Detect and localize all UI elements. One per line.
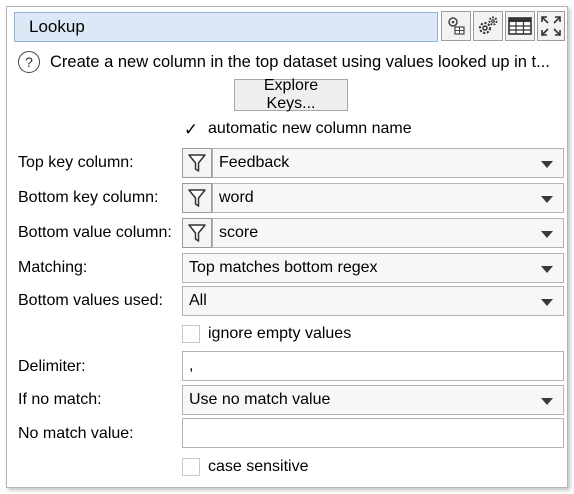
top-key-select[interactable]: Feedback [212,148,564,178]
filter-icon [188,224,206,242]
values-used-select[interactable]: All [182,286,564,316]
gear-table-icon [448,17,465,35]
bottom-value-value: score [219,224,259,241]
auto-name-option[interactable]: ✓ automatic new column name [182,117,412,141]
if-no-match-label: If no match: [18,391,102,408]
matching-select[interactable]: Top matches bottom regex [182,253,564,283]
filter-icon [188,154,206,172]
bottom-value-select[interactable]: score [212,218,564,248]
ignore-empty-label: ignore empty values [208,325,352,342]
table-view-button[interactable] [505,11,535,41]
top-key-value: Feedback [219,154,290,171]
no-match-value-label: No match value: [18,425,134,442]
table-icon [508,17,532,35]
bottom-key-filter-button[interactable] [182,183,212,213]
chevron-down-icon [541,196,553,203]
help-row: ? Create a new column in the top dataset… [18,50,564,74]
ignore-empty-option[interactable]: ignore empty values [182,322,351,346]
values-used-value: All [189,292,207,309]
chevron-down-icon [541,231,553,238]
explore-keys-button[interactable]: Explore Keys... [234,77,348,112]
gears-button[interactable] [473,11,503,41]
bottom-key-value: word [219,189,254,206]
gears-icon [479,16,498,34]
help-text: Create a new column in the top dataset u… [50,52,550,71]
maximize-icon [541,16,561,36]
maximize-button[interactable] [537,11,565,41]
delimiter-value: , [189,357,194,374]
help-icon[interactable]: ? [18,51,40,73]
values-used-label: Bottom values used: [18,292,163,309]
bottom-key-label: Bottom key column: [18,189,159,206]
no-match-value-input[interactable] [182,418,564,448]
chevron-down-icon [541,398,553,405]
case-sensitive-option[interactable]: case sensitive [182,455,309,479]
panel-title-bar[interactable]: Lookup [14,12,438,42]
matching-label: Matching: [18,259,88,276]
chevron-down-icon [541,299,553,306]
auto-name-checkbox[interactable]: ✓ [182,120,200,138]
top-key-filter-button[interactable] [182,148,212,178]
filter-icon [188,189,206,207]
matching-value: Top matches bottom regex [189,259,378,276]
top-key-label: Top key column: [18,154,134,171]
bottom-value-label: Bottom value column: [18,224,172,241]
delimiter-input[interactable]: , [182,351,564,381]
case-sensitive-label: case sensitive [208,458,309,475]
auto-name-label: automatic new column name [208,120,412,137]
panel-title: Lookup [29,17,85,36]
bottom-key-select[interactable]: word [212,183,564,213]
if-no-match-value: Use no match value [189,391,331,408]
if-no-match-select[interactable]: Use no match value [182,385,564,415]
bottom-value-filter-button[interactable] [182,218,212,248]
ignore-empty-checkbox[interactable] [182,325,200,343]
settings-small-button[interactable] [441,11,471,41]
delimiter-label: Delimiter: [18,358,86,375]
chevron-down-icon [541,161,553,168]
case-sensitive-checkbox[interactable] [182,458,200,476]
chevron-down-icon [541,266,553,273]
